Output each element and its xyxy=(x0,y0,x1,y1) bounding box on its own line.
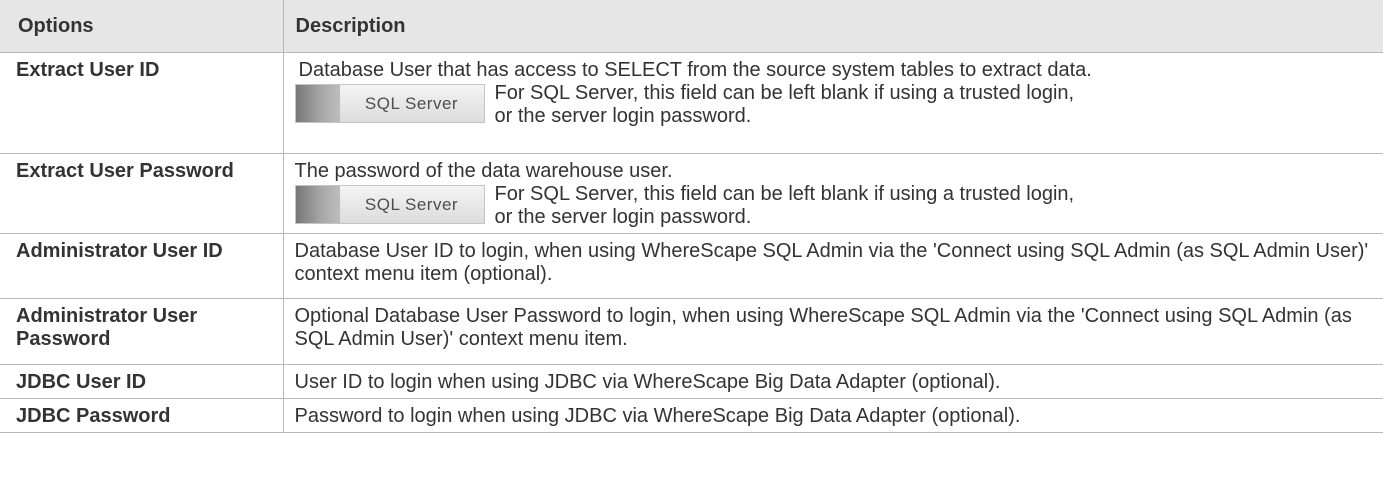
description-text: Database User that has access to SELECT … xyxy=(298,59,1092,81)
table-row: Administrator User ID Database User ID t… xyxy=(0,233,1383,299)
option-name: Extract User Password xyxy=(0,153,284,234)
option-name: Administrator User Password xyxy=(0,298,284,365)
note-text: For SQL Server, this field can be left b… xyxy=(494,183,1075,228)
option-name: Administrator User ID xyxy=(0,233,284,299)
option-name: JDBC User ID xyxy=(0,364,284,399)
note-text: For SQL Server, this field can be left b… xyxy=(494,82,1075,127)
header-description: Description xyxy=(283,0,1383,53)
option-description: The password of the data warehouse user.… xyxy=(283,153,1383,234)
sql-server-badge-label: SQL Server xyxy=(364,94,459,113)
sql-server-badge-label: SQL Server xyxy=(364,195,459,214)
sql-server-badge: SQL Server xyxy=(294,84,485,123)
table-row: Extract User Password The password of th… xyxy=(0,153,1383,234)
option-name: Extract User ID xyxy=(0,52,284,154)
table-row: JDBC Password Password to login when usi… xyxy=(0,398,1383,433)
table-header-row: Options Description xyxy=(0,0,1383,53)
option-description: Database User that has access to SELECT … xyxy=(283,52,1383,154)
option-description: Database User ID to login, when using Wh… xyxy=(283,233,1383,299)
sql-server-badge-bar xyxy=(295,85,340,122)
table-row: Administrator User Password Optional Dat… xyxy=(0,298,1383,365)
option-description: Optional Database User Password to login… xyxy=(283,298,1383,365)
options-table: Options Description Extract User ID Data… xyxy=(0,0,1383,433)
sql-server-note: SQL Server For SQL Server, this field ca… xyxy=(294,82,1376,128)
table-row: JDBC User ID User ID to login when using… xyxy=(0,364,1383,399)
sql-server-badge: SQL Server xyxy=(294,185,485,224)
description-text: The password of the data warehouse user. xyxy=(294,160,673,182)
sql-server-note: SQL Server For SQL Server, this field ca… xyxy=(294,183,1376,229)
option-name: JDBC Password xyxy=(0,398,284,433)
sql-server-badge-bar xyxy=(295,186,340,223)
table-row: Extract User ID Database User that has a… xyxy=(0,52,1383,154)
option-description: User ID to login when using JDBC via Whe… xyxy=(283,364,1383,399)
option-description: Password to login when using JDBC via Wh… xyxy=(283,398,1383,433)
header-options: Options xyxy=(0,0,284,53)
